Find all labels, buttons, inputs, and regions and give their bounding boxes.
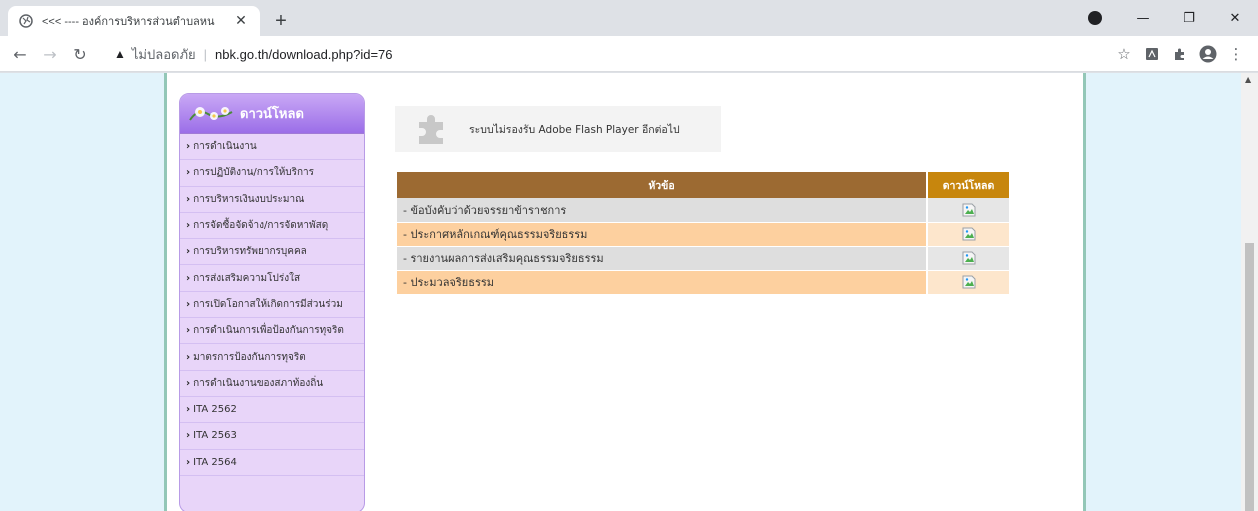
scroll-up-arrow-icon[interactable]: ▲ [1245, 75, 1251, 84]
table-row: - รายงานผลการส่งเสริมคุณธรรมจริยธรรม [397, 246, 1009, 271]
warning-triangle-icon[interactable]: ▲ [114, 47, 126, 61]
broken-image-download-icon[interactable] [962, 275, 976, 289]
window-close-icon[interactable]: ✕ [1212, 0, 1258, 36]
topic-cell: - ประกาศหลักเกณฑ์คุณธรรมจริยธรรม [397, 222, 927, 247]
forward-arrow-icon[interactable]: → [38, 42, 62, 66]
close-tab-icon[interactable]: ✕ [232, 12, 250, 30]
table-row: - ประมวลจริยธรรม [397, 270, 1009, 295]
sidebar-item[interactable]: › มาตรการป้องกันการทุจริต [180, 344, 364, 371]
chevron-right-icon: › [186, 272, 191, 284]
tab-title: <<< ---- องค์การบริหารส่วนตำบลหน [42, 16, 215, 28]
minimize-icon[interactable]: — [1120, 0, 1166, 36]
url-text[interactable]: nbk.go.th/download.php?id=76 [215, 47, 392, 62]
reload-icon[interactable]: ↻ [68, 42, 92, 66]
globe-icon [18, 13, 34, 29]
topic-cell: - รายงานผลการส่งเสริมคุณธรรมจริยธรรม [397, 246, 927, 271]
sidebar-item[interactable]: › ITA 2564 [180, 450, 364, 476]
extensions-puzzle-icon[interactable] [1166, 42, 1194, 66]
download-cell [926, 270, 1009, 295]
sidebar-item[interactable]: › การบริหารทรัพยากรบุคคล [180, 239, 364, 266]
chevron-right-icon: › [186, 430, 191, 442]
sidebar-item[interactable]: › การจัดซื้อจัดจ้าง/การจัดหาพัสดุ [180, 213, 364, 240]
back-arrow-icon[interactable]: ← [8, 42, 32, 66]
sidebar-item[interactable]: › การเปิดโอกาสให้เกิดการมีส่วนร่วม [180, 292, 364, 319]
column-header-topic: หัวข้อ [397, 172, 927, 198]
chevron-right-icon: › [186, 141, 191, 153]
table-row: - ประกาศหลักเกณฑ์คุณธรรมจริยธรรม [397, 222, 1009, 247]
chevron-right-icon: › [186, 404, 191, 416]
page-viewport: ดาวน์โหลด › การดำเนินงาน › การปฏิบัติงาน/ก… [0, 73, 1241, 511]
table-header-row: หัวข้อ ดาวน์โหลด [397, 172, 1009, 198]
flash-banner-area: ระบบไม่รองรับ Adobe Flash Player อีกต่อไ… [383, 90, 1023, 166]
sidebar-item[interactable]: › การดำเนินงานของสภาท้องถิ่น [180, 371, 364, 397]
flash-unsupported-notice: ระบบไม่รองรับ Adobe Flash Player อีกต่อไ… [395, 106, 721, 152]
security-label[interactable]: ไม่ปลอดภัย [132, 44, 196, 65]
plugin-puzzle-icon [415, 112, 449, 146]
new-tab-button[interactable]: + [268, 8, 294, 34]
profile-indicator-icon[interactable] [1088, 11, 1102, 25]
address-separator: | [203, 46, 208, 62]
topic-cell: - ประมวลจริยธรรม [397, 270, 927, 295]
broken-image-download-icon[interactable] [962, 251, 976, 265]
bookmark-star-icon[interactable]: ☆ [1110, 42, 1138, 66]
sidebar-item[interactable]: › การดำเนินงาน [180, 134, 364, 161]
toolbar-actions: ☆ ⋮ [1110, 42, 1250, 66]
menu-kebab-icon[interactable]: ⋮ [1222, 42, 1250, 66]
sidebar-item[interactable]: › การส่งเสริมความโปร่งใส [180, 265, 364, 292]
vertical-scrollbar[interactable]: ▲ [1241, 73, 1258, 511]
sidebar-title: ดาวน์โหลด [240, 107, 304, 122]
table-row: - ข้อบังคับว่าด้วยจรรยาข้าราชการ [397, 198, 1009, 223]
chevron-right-icon: › [186, 246, 191, 258]
broken-image-download-icon[interactable] [962, 227, 976, 241]
chevron-right-icon: › [186, 325, 191, 337]
column-header-download: ดาวน์โหลด [926, 172, 1009, 198]
sidebar-item[interactable]: › ITA 2563 [180, 423, 364, 450]
flower-decoration-icon [188, 102, 234, 126]
download-sidebar: ดาวน์โหลด › การดำเนินงาน › การปฏิบัติงาน/ก… [179, 93, 365, 511]
address-bar[interactable]: ▲ ไม่ปลอดภัย | nbk.go.th/download.php?id… [100, 41, 1100, 67]
downloads-table: หัวข้อ ดาวน์โหลด - ข้อบังคับว่าด้วยจรรยา… [397, 172, 1009, 295]
scrollbar-thumb[interactable] [1245, 243, 1254, 511]
restore-icon[interactable]: ❐ [1166, 0, 1212, 36]
chevron-right-icon: › [186, 377, 191, 389]
browser-toolbar: ← → ↻ ▲ ไม่ปลอดภัย | nbk.go.th/download.… [0, 36, 1258, 72]
topic-cell: - ข้อบังคับว่าด้วยจรรยาข้าราชการ [397, 198, 927, 223]
profile-avatar-icon[interactable] [1194, 42, 1222, 66]
sidebar-menu: › การดำเนินงาน › การปฏิบัติงาน/การให้บริกา… [180, 134, 364, 476]
chevron-right-icon: › [186, 193, 191, 205]
chevron-right-icon: › [186, 220, 191, 232]
flash-notice-text: ระบบไม่รองรับ Adobe Flash Player อีกต่อไ… [469, 123, 680, 136]
sidebar-item[interactable]: › ITA 2562 [180, 397, 364, 424]
browser-tab[interactable]: <<< ---- องค์การบริหารส่วนตำบลหน ✕ [8, 6, 260, 36]
window-controls: — ❐ ✕ [1120, 0, 1258, 36]
sidebar-item[interactable]: › การบริหารเงินงบประมาณ [180, 187, 364, 213]
download-cell [926, 246, 1009, 271]
sidebar-header: ดาวน์โหลด [180, 94, 364, 134]
chevron-right-icon: › [186, 456, 191, 468]
sidebar-item[interactable]: › การปฏิบัติงาน/การให้บริการ [180, 160, 364, 187]
tab-strip: <<< ---- องค์การบริหารส่วนตำบลหน ✕ + — ❐… [0, 0, 1258, 36]
chevron-right-icon: › [186, 298, 191, 310]
broken-image-download-icon[interactable] [962, 203, 976, 217]
page-container: ดาวน์โหลด › การดำเนินงาน › การปฏิบัติงาน/ก… [164, 73, 1086, 511]
pdf-extension-icon[interactable] [1138, 42, 1166, 66]
download-cell [926, 198, 1009, 223]
chevron-right-icon: › [186, 351, 191, 363]
sidebar-item[interactable]: › การดำเนินการเพื่อป้องกันการทุจริต [180, 318, 364, 345]
download-cell [926, 222, 1009, 247]
chevron-right-icon: › [186, 167, 191, 179]
